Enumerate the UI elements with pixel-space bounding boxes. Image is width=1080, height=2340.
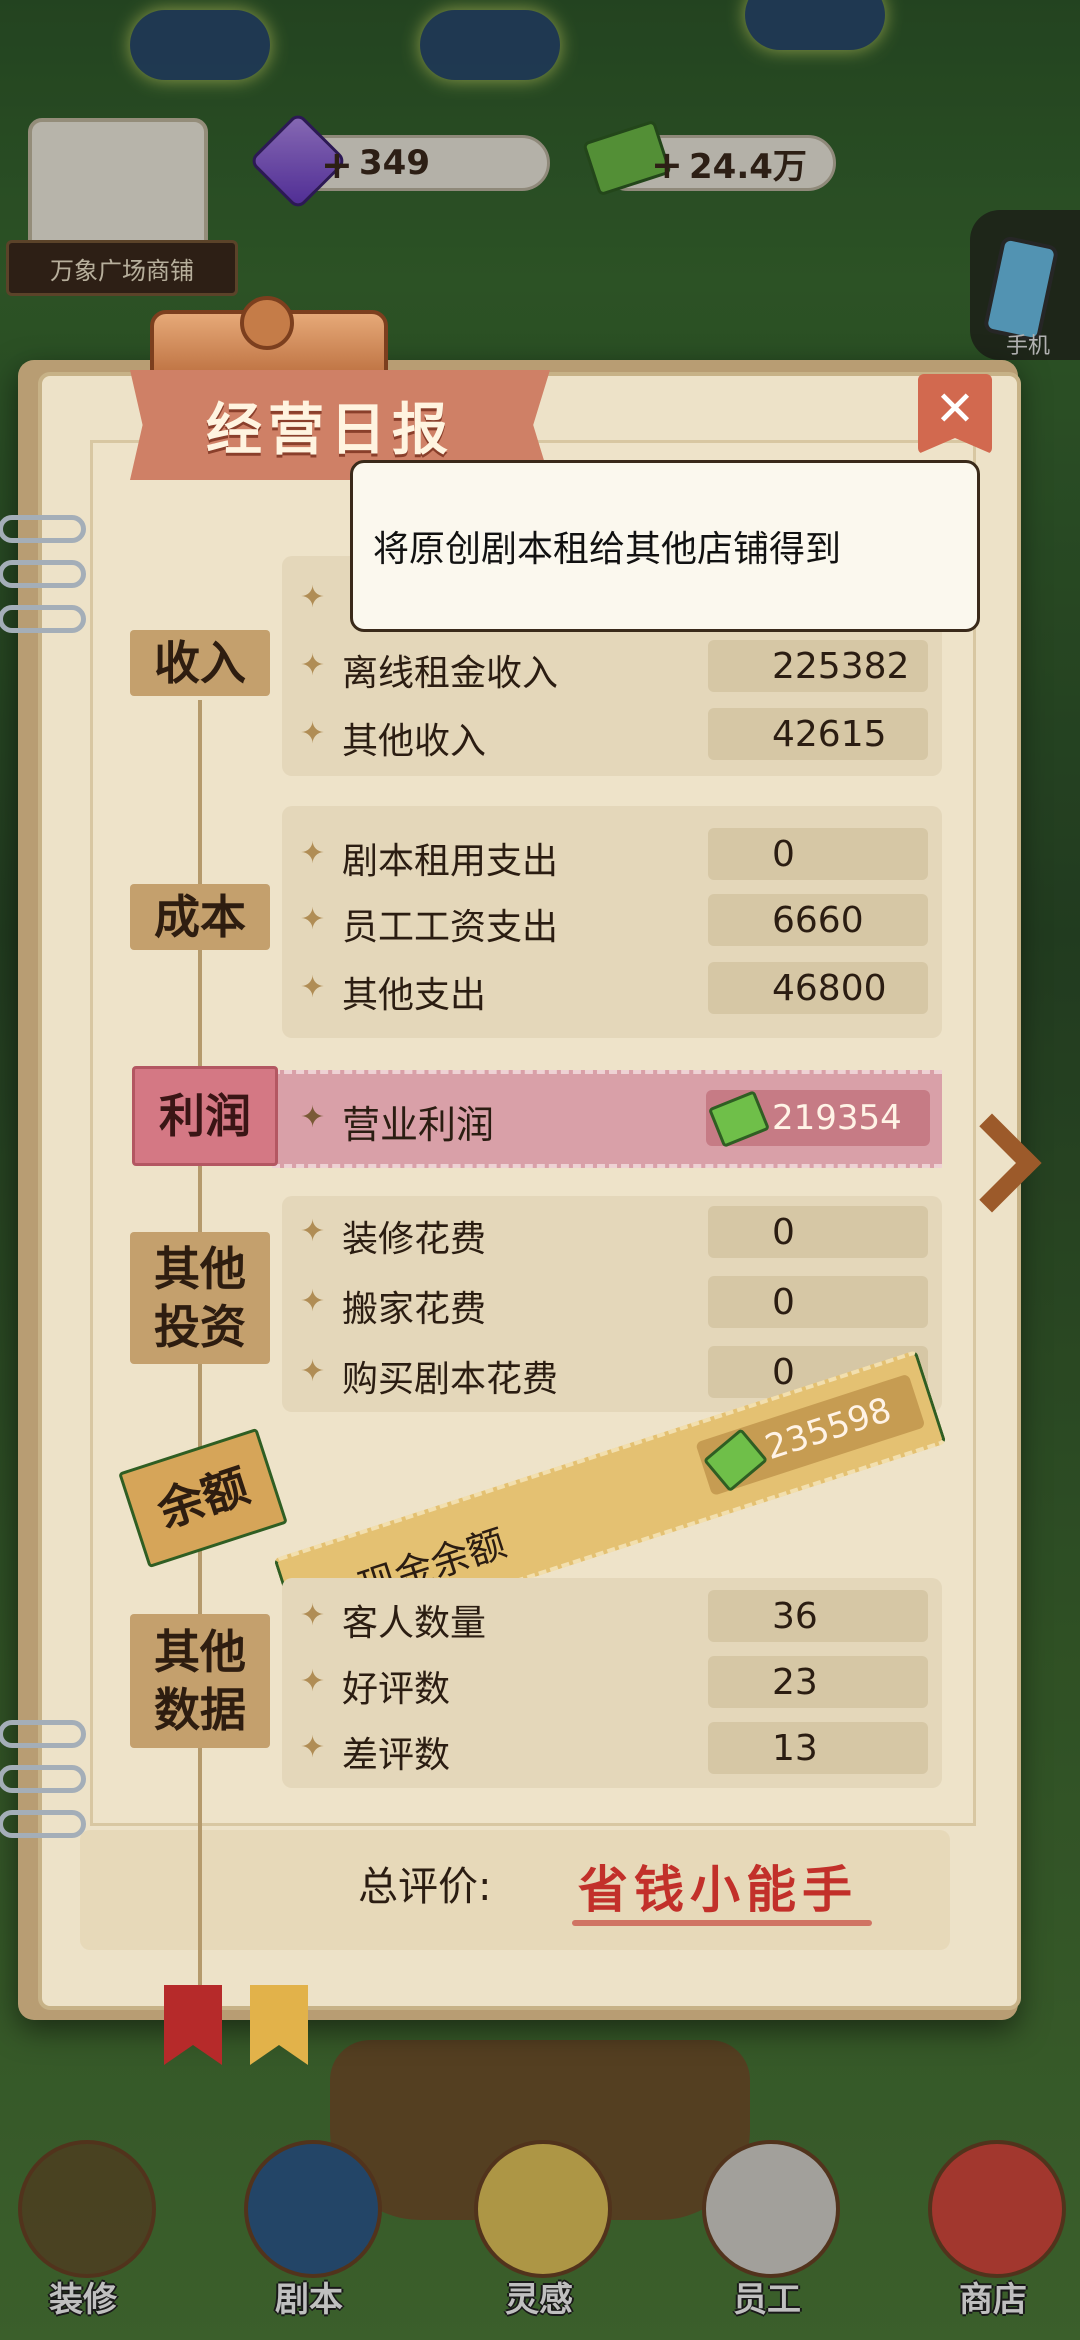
clip-hole [240, 296, 294, 350]
evaluation-underline [572, 1920, 872, 1926]
row-value: 0 [708, 1276, 928, 1328]
binding-ring [0, 515, 86, 543]
profit-amount: 219354 [772, 1098, 902, 1138]
binding-ring [0, 1720, 86, 1748]
row-label: 离线租金收入 [342, 653, 559, 694]
star-icon: ✦ [300, 836, 326, 871]
row-label: 其他支出 [342, 975, 487, 1016]
binding-ring [0, 1765, 86, 1793]
category-income: 收入 [130, 630, 270, 696]
row-value: 13 [708, 1722, 928, 1774]
star-icon: ✦ [300, 1598, 326, 1633]
income-row: ✦ 其他收入 42615 [300, 708, 940, 764]
star-icon: ✦ [300, 1214, 326, 1249]
category-label-line2: 数据 [154, 1683, 246, 1737]
star-icon: ✦ [300, 1730, 326, 1765]
row-value: 23 [708, 1656, 928, 1708]
income-tooltip: 将原创剧本租给其他店铺得到 [350, 460, 980, 632]
row-label: 其他收入 [342, 721, 487, 762]
money-icon [707, 1090, 771, 1148]
category-label: 成本 [154, 890, 246, 944]
star-icon: ✦ [300, 648, 326, 683]
star-icon: ✦ [300, 580, 326, 615]
cost-row: ✦ 剧本租用支出 0 [300, 828, 940, 884]
category-label: 收入 [154, 636, 246, 690]
category-label-line2: 投资 [154, 1300, 246, 1354]
profit-band: ✦ 营业利润 219354 [272, 1070, 942, 1168]
row-value: 46800 [708, 962, 928, 1014]
star-icon: ✦ [300, 902, 326, 937]
star-icon: ✦ [300, 1100, 326, 1135]
row-label: 搬家花费 [342, 1289, 487, 1330]
row-value: 0 [708, 1206, 928, 1258]
profit-value: 219354 [706, 1090, 930, 1148]
binding-ring [0, 605, 86, 633]
balance-amount: 235598 [760, 1389, 897, 1469]
row-value: 36 [708, 1590, 928, 1642]
category-label-line1: 其他 [154, 1625, 246, 1679]
category-cost: 成本 [130, 884, 270, 950]
row-value: 6660 [708, 894, 928, 946]
star-icon: ✦ [300, 970, 326, 1005]
star-icon: ✦ [300, 716, 326, 751]
cost-row: ✦ 员工工资支出 6660 [300, 894, 940, 950]
category-other-data: 其他 数据 [130, 1614, 270, 1748]
category-profit: 利润 [132, 1066, 278, 1166]
other-data-row: ✦ 客人数量 36 [300, 1590, 940, 1646]
row-label: 购买剧本花费 [342, 1359, 559, 1400]
income-row: ✦ 离线租金收入 225382 [300, 640, 940, 696]
row-label: 好评数 [342, 1669, 451, 1710]
investment-row: ✦ 搬家花费 0 [300, 1276, 940, 1332]
row-label: 装修花费 [342, 1219, 487, 1260]
evaluation-label: 总评价: [358, 1864, 492, 1910]
investment-row: ✦ 装修花费 0 [300, 1206, 940, 1262]
category-label: 利润 [159, 1089, 251, 1143]
next-page-button[interactable] [942, 1110, 1065, 1230]
binding-ring [0, 560, 86, 588]
evaluation-stamp: 省钱小能手 [578, 1860, 858, 1919]
star-icon: ✦ [300, 1284, 326, 1319]
other-data-row: ✦ 差评数 13 [300, 1722, 940, 1778]
binding-ring [0, 1810, 86, 1838]
row-label: 差评数 [342, 1735, 451, 1776]
profit-label: 营业利润 [342, 1103, 495, 1147]
star-icon: ✦ [300, 1354, 326, 1389]
star-icon: ✦ [300, 1664, 326, 1699]
row-label: 客人数量 [342, 1603, 487, 1644]
close-icon: ✕ [934, 381, 976, 437]
row-label: 员工工资支出 [342, 907, 559, 948]
category-label: 余额 [150, 1458, 256, 1538]
category-other-investment: 其他 投资 [130, 1232, 270, 1364]
row-value: 225382 [708, 640, 928, 692]
cost-row: ✦ 其他支出 46800 [300, 962, 940, 1018]
money-icon [702, 1428, 769, 1493]
category-label-line1: 其他 [154, 1242, 246, 1296]
row-value: 42615 [708, 708, 928, 760]
row-value: 0 [708, 828, 928, 880]
other-data-row: ✦ 好评数 23 [300, 1656, 940, 1712]
row-label: 剧本租用支出 [342, 841, 559, 882]
